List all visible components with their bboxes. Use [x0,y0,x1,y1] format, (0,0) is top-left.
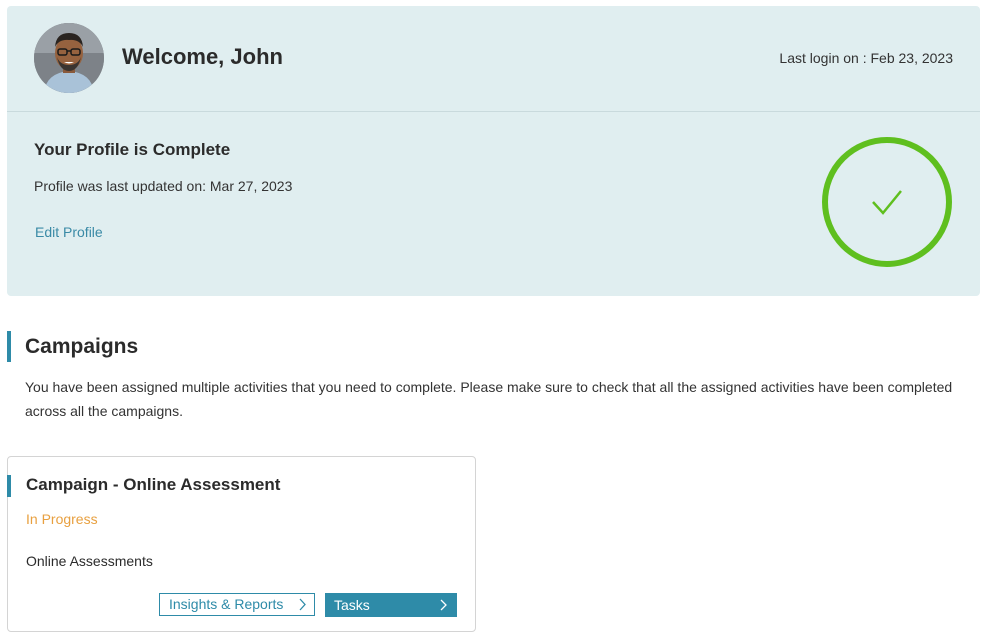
campaign-type: Online Assessments [26,553,153,569]
section-accent-bar [7,331,11,362]
profile-header-card: Welcome, John Last login on : Feb 23, 20… [7,6,980,296]
campaign-title: Campaign - Online Assessment [26,475,281,494]
tasks-button[interactable]: Tasks [325,593,457,617]
profile-updated-text: Profile was last updated on: Mar 27, 202… [34,178,293,194]
avatar [34,23,104,93]
campaigns-description: You have been assigned multiple activiti… [25,379,953,419]
chevron-right-icon [440,593,448,625]
insights-reports-label: Insights & Reports [169,596,284,612]
welcome-bar: Welcome, John Last login on : Feb 23, 20… [7,6,980,112]
last-login-text: Last login on : Feb 23, 2023 [779,50,953,66]
campaign-status: In Progress [26,511,98,527]
tasks-label: Tasks [334,597,370,613]
welcome-heading: Welcome, John [122,44,283,69]
profile-status-title: Your Profile is Complete [34,140,231,159]
campaign-card: Campaign - Online Assessment In Progress… [7,456,476,632]
insights-reports-button[interactable]: Insights & Reports [159,593,315,616]
avatar-photo [34,23,104,93]
check-circle-icon [821,136,953,273]
card-accent-bar [7,475,11,497]
chevron-right-icon [299,594,307,621]
campaigns-heading: Campaigns [25,335,139,358]
edit-profile-link[interactable]: Edit Profile [35,224,103,240]
